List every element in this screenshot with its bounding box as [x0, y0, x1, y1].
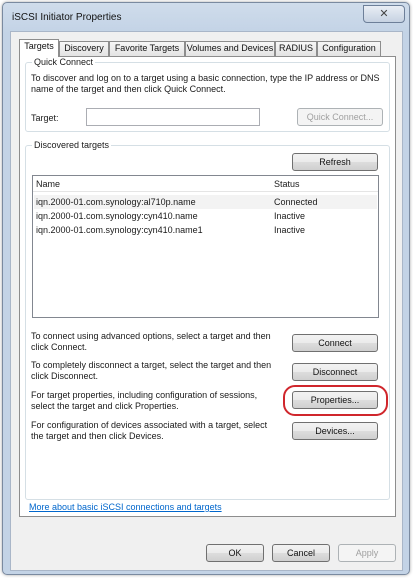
- discovered-targets-title: Discovered targets: [32, 140, 112, 150]
- ok-button[interactable]: OK: [206, 544, 264, 562]
- target-status: Inactive: [274, 225, 306, 235]
- disconnect-button[interactable]: Disconnect: [292, 363, 378, 381]
- target-label: Target:: [31, 113, 59, 123]
- quick-connect-group: Quick Connect To discover and log on to …: [25, 57, 390, 132]
- target-name: iqn.2000-01.com.synology:cyn410.name: [36, 211, 198, 221]
- target-status: Inactive: [274, 211, 306, 221]
- devices-description: For configuration of devices associated …: [31, 420, 268, 441]
- targets-tab-panel: Quick Connect To discover and log on to …: [19, 56, 396, 517]
- tab-discovery[interactable]: Discovery: [59, 41, 109, 56]
- table-row[interactable]: iqn.2000-01.com.synology:al710p.name Con…: [34, 195, 377, 209]
- apply-button[interactable]: Apply: [338, 544, 396, 562]
- properties-button[interactable]: Properties...: [292, 391, 378, 409]
- discovered-targets-group: Discovered targets Refresh Name Status i…: [25, 140, 390, 500]
- table-row[interactable]: iqn.2000-01.com.synology:cyn410.name Ina…: [34, 209, 377, 223]
- column-header-status[interactable]: Status: [274, 177, 300, 191]
- refresh-button[interactable]: Refresh: [292, 153, 378, 171]
- connect-button[interactable]: Connect: [292, 334, 378, 352]
- targets-list-header: Name Status: [33, 176, 378, 192]
- quick-connect-title: Quick Connect: [32, 57, 96, 67]
- tab-configuration[interactable]: Configuration: [317, 41, 381, 56]
- dialog-client-area: Targets Discovery Favorite Targets Volum…: [10, 31, 403, 571]
- tab-favorite-targets[interactable]: Favorite Targets: [109, 41, 185, 56]
- devices-button[interactable]: Devices...: [292, 422, 378, 440]
- properties-description: For target properties, including configu…: [31, 390, 258, 411]
- quick-connect-description: To discover and log on to a target using…: [31, 73, 380, 94]
- target-name: iqn.2000-01.com.synology:al710p.name: [36, 197, 196, 207]
- close-icon[interactable]: ✕: [363, 5, 405, 23]
- quick-connect-button[interactable]: Quick Connect...: [297, 108, 383, 126]
- disconnect-description: To completely disconnect a target, selec…: [31, 360, 272, 381]
- target-name: iqn.2000-01.com.synology:cyn410.name1: [36, 225, 203, 235]
- dialog-window: iSCSI Initiator Properties ✕ Targets Dis…: [2, 2, 410, 575]
- target-input[interactable]: [86, 108, 260, 126]
- cancel-button[interactable]: Cancel: [272, 544, 330, 562]
- connect-description: To connect using advanced options, selec…: [31, 331, 271, 352]
- window-title: iSCSI Initiator Properties: [12, 12, 122, 23]
- table-row[interactable]: iqn.2000-01.com.synology:cyn410.name1 In…: [34, 223, 377, 237]
- tab-targets[interactable]: Targets: [19, 39, 59, 57]
- target-status: Connected: [274, 197, 318, 207]
- help-link[interactable]: More about basic iSCSI connections and t…: [29, 502, 222, 512]
- targets-list[interactable]: Name Status iqn.2000-01.com.synology:al7…: [32, 175, 379, 318]
- tab-volumes-and-devices[interactable]: Volumes and Devices: [185, 41, 275, 56]
- column-header-name[interactable]: Name: [36, 177, 60, 191]
- tab-radius[interactable]: RADIUS: [275, 41, 317, 56]
